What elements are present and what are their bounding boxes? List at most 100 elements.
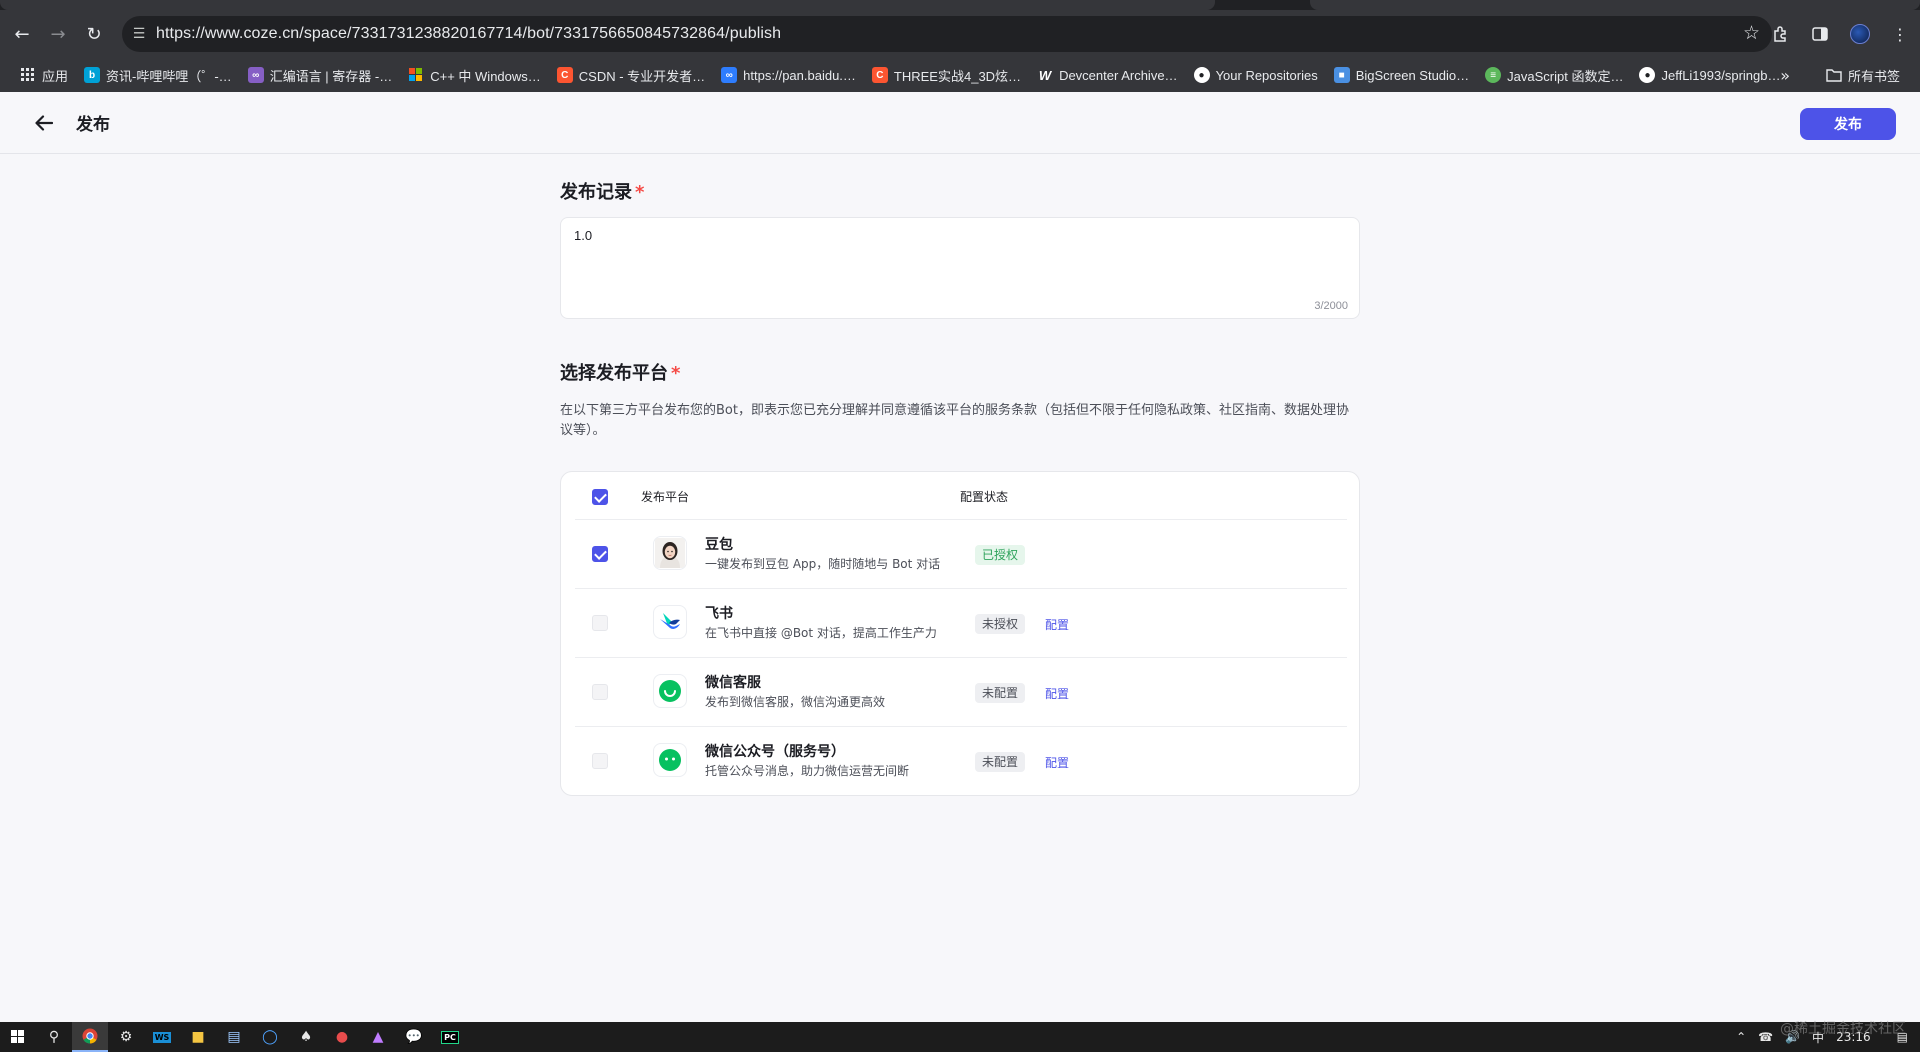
- back-arrow-icon[interactable]: ←: [4, 16, 40, 52]
- network-icon[interactable]: ☎: [1758, 1030, 1773, 1044]
- reload-icon[interactable]: ↻: [76, 16, 112, 52]
- wechat-official-account-icon: [653, 743, 687, 777]
- row-checkbox[interactable]: [592, 546, 608, 562]
- red-app-icon[interactable]: ●: [324, 1022, 360, 1052]
- green-globe-icon: ≡: [1485, 67, 1502, 83]
- menu-dots-icon[interactable]: ⋮: [1880, 10, 1920, 58]
- table-row[interactable]: 飞书 在飞书中直接 @Bot 对话，提高工作生产力 未授权 配置: [575, 589, 1347, 658]
- qq-penguin-icon[interactable]: ♠: [288, 1022, 324, 1052]
- configure-link[interactable]: 配置: [1045, 754, 1069, 771]
- bookmarks-bar: 应用 b 资讯-哔哩哔哩（゜-… ∞ 汇编语言 | 寄存器 -… C++ 中 W…: [0, 58, 1920, 92]
- bookmarks-overflow-icon[interactable]: »: [1780, 58, 1790, 92]
- status-badge: 未授权: [975, 614, 1026, 634]
- record-value[interactable]: 1.0: [574, 228, 592, 243]
- bookmark-item[interactable]: C CSDN - 专业开发者…: [549, 61, 713, 89]
- bilibili-icon: b: [84, 67, 101, 83]
- word-icon: W: [1038, 67, 1052, 83]
- row-checkbox[interactable]: [592, 615, 608, 631]
- row-checkbox[interactable]: [592, 753, 608, 769]
- profile-avatar[interactable]: [1840, 10, 1880, 58]
- pycharm-icon[interactable]: PC: [432, 1022, 468, 1052]
- tray-expand-icon[interactable]: ⌃: [1736, 1030, 1746, 1044]
- table-row[interactable]: 微信客服 发布到微信客服，微信沟通更高效 未配置 配置: [575, 658, 1347, 727]
- url-text[interactable]: https://www.coze.cn/space/73317312388201…: [156, 25, 781, 43]
- side-panel-icon[interactable]: [1800, 10, 1840, 58]
- bookmark-label: CSDN - 专业开发者…: [578, 68, 706, 84]
- watermark: @稀土掘金技术社区: [1780, 1021, 1906, 1037]
- table-header: 发布平台 配置状态: [575, 472, 1347, 520]
- address-bar[interactable]: ☰ https://www.coze.cn/space/733173123882…: [122, 16, 1772, 52]
- bookmark-item[interactable]: C THREE实战4_3D炫…: [864, 61, 1029, 89]
- forward-arrow-icon[interactable]: →: [40, 16, 76, 52]
- bookmark-item[interactable]: ∞ https://pan.baidu.…: [713, 61, 864, 89]
- row-checkbox[interactable]: [592, 684, 608, 700]
- site-info-icon[interactable]: ☰: [122, 16, 156, 52]
- terminal-icon[interactable]: ▤: [216, 1022, 252, 1052]
- bookmark-item[interactable]: ● JeffLi1993/springb…: [1631, 61, 1788, 89]
- bookmark-item[interactable]: 应用: [12, 61, 76, 89]
- all-bookmarks-folder[interactable]: 所有书签: [1818, 61, 1908, 89]
- bookmark-label: 汇编语言 | 寄存器 -…: [269, 68, 393, 84]
- status-badge: 未配置: [975, 752, 1026, 772]
- bookmark-label: BigScreen Studio…: [1355, 67, 1470, 83]
- publish-button[interactable]: 发布: [1800, 108, 1896, 140]
- bookmark-label: C++ 中 Windows…: [430, 68, 541, 84]
- bookmark-label: https://pan.baidu.…: [743, 67, 856, 83]
- settings-gear-icon[interactable]: ⚙: [108, 1022, 144, 1052]
- bookmark-item[interactable]: ∞ 汇编语言 | 寄存器 -…: [240, 61, 401, 89]
- platform-name: 飞书: [705, 606, 733, 622]
- bookmark-label: Your Repositories: [1215, 67, 1318, 83]
- configure-link[interactable]: 配置: [1045, 616, 1069, 633]
- app-header: 发布 发布: [0, 92, 1920, 154]
- bookmark-item[interactable]: ● Your Repositories: [1186, 61, 1326, 89]
- file-explorer-icon[interactable]: ■: [180, 1022, 216, 1052]
- search-icon[interactable]: ⚲: [36, 1022, 72, 1052]
- platform-title-text: 选择发布平台: [560, 363, 668, 384]
- bookmark-item[interactable]: C++ 中 Windows…: [400, 61, 549, 89]
- wechat-service-icon: [653, 674, 687, 708]
- github-icon: ●: [1639, 67, 1656, 83]
- publish-record-textarea[interactable]: 1.0 3/2000: [560, 217, 1360, 319]
- table-row[interactable]: 微信公众号（服务号） 托管公众号消息，助力微信运营无间断 未配置 配置: [575, 727, 1347, 796]
- windows-taskbar: ⚲ ⚙ WS ■ ▤ ◯ ♠ ● ▲ 💬 PC ⌃ ☎ 🔊 中 23:16 ▤: [0, 1022, 1920, 1052]
- apps-grid-icon: [20, 67, 36, 83]
- bookmark-star-icon[interactable]: ☆: [1743, 22, 1760, 44]
- platform-desc: 在飞书中直接 @Bot 对话，提高工作生产力: [705, 626, 937, 640]
- platform-name: 微信公众号（服务号）: [705, 744, 845, 760]
- bookmark-label: THREE实战4_3D炫…: [893, 68, 1022, 84]
- platform-desc: 一键发布到豆包 App，随时随地与 Bot 对话: [705, 557, 941, 571]
- doubao-avatar-icon: [653, 536, 687, 570]
- windows-start-icon[interactable]: [0, 1022, 36, 1052]
- webstorm-icon[interactable]: WS: [144, 1022, 180, 1052]
- col-platform: 发布平台: [641, 490, 690, 504]
- select-all-checkbox[interactable]: [592, 489, 608, 505]
- bookmark-item[interactable]: ■ BigScreen Studio…: [1326, 61, 1477, 89]
- back-arrow-icon[interactable]: [30, 109, 58, 137]
- wechat-icon[interactable]: 💬: [396, 1022, 432, 1052]
- browser-tab[interactable]: [1310, 0, 1920, 10]
- status-badge: 未配置: [975, 683, 1026, 703]
- configure-link[interactable]: 配置: [1045, 685, 1069, 702]
- platform-desc: 托管公众号消息，助力微信运营无间断: [705, 764, 910, 778]
- tab-strip: [0, 0, 1920, 10]
- bookmark-item[interactable]: W Devcenter Archive…: [1029, 61, 1186, 89]
- terms-description: 在以下第三方平台发布您的Bot，即表示您已充分理解并同意遵循该平台的服务条款（包…: [560, 403, 1349, 438]
- platform-name: 微信客服: [705, 675, 761, 691]
- feishu-icon: [653, 605, 687, 639]
- page-title: 发布: [76, 115, 110, 135]
- record-section-title: 发布记录 *: [560, 178, 644, 204]
- extensions-icon[interactable]: [1760, 10, 1800, 58]
- col-status: 配置状态: [960, 490, 1009, 504]
- browser-tab-active[interactable]: [0, 0, 1215, 10]
- browser-icon[interactable]: ◯: [252, 1022, 288, 1052]
- browser-toolbar: ← → ↻ ☰ https://www.coze.cn/space/733173…: [0, 10, 1920, 58]
- chrome-icon[interactable]: [72, 1022, 108, 1052]
- folder-icon: [1826, 67, 1842, 83]
- table-row[interactable]: 豆包 一键发布到豆包 App，随时随地与 Bot 对话 已授权: [575, 520, 1347, 589]
- visual-studio-icon: ∞: [247, 67, 264, 83]
- bookmark-item[interactable]: b 资讯-哔哩哔哩（゜-…: [76, 61, 240, 89]
- bigscreen-icon: ■: [1333, 67, 1350, 83]
- bookmark-item[interactable]: ≡ JavaScript 函数定…: [1477, 61, 1631, 89]
- platform-name: 豆包: [705, 537, 733, 553]
- mountain-app-icon[interactable]: ▲: [360, 1022, 396, 1052]
